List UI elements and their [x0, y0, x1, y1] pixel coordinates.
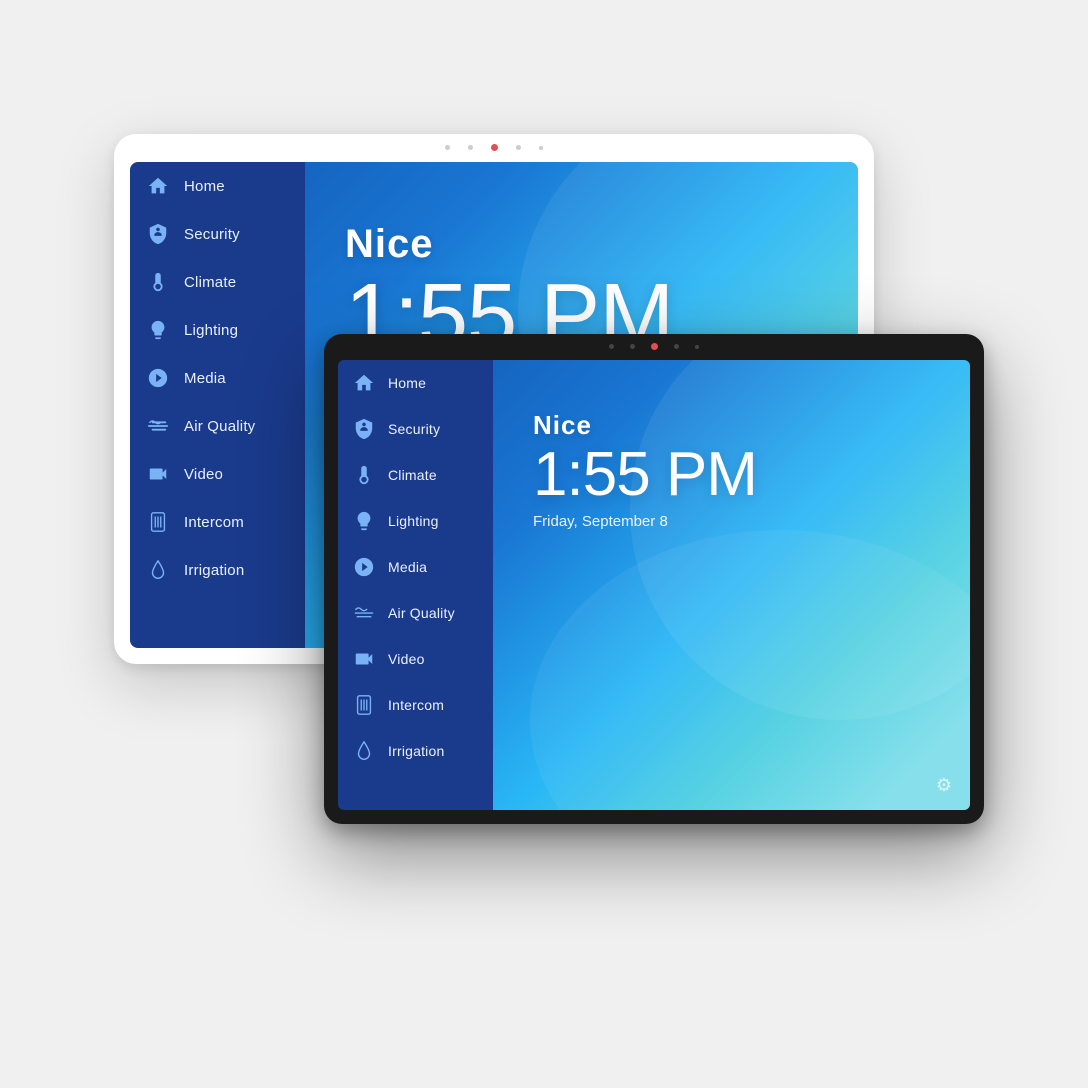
nav-item-lighting-black[interactable]: Lighting — [338, 498, 493, 544]
nav-item-intercom-white[interactable]: Intercom — [130, 498, 305, 546]
intercom-icon-black — [352, 693, 376, 717]
air-quality-icon — [146, 414, 170, 438]
black-brand: Nice — [533, 410, 592, 441]
nav-label-irrigation-black: Irrigation — [388, 743, 444, 759]
nav-label-irrigation-white: Irrigation — [184, 562, 244, 579]
white-camera-bar — [445, 144, 543, 151]
nav-item-irrigation-black[interactable]: Irrigation — [338, 728, 493, 774]
nav-label-security-white: Security — [184, 226, 240, 243]
nav-item-home-white[interactable]: Home — [130, 162, 305, 210]
video-icon — [146, 462, 170, 486]
nav-item-media-white[interactable]: Media — [130, 354, 305, 402]
nav-label-home-white: Home — [184, 178, 225, 195]
nav-item-airquality-black[interactable]: Air Quality — [338, 590, 493, 636]
nav-label-climate-black: Climate — [388, 467, 437, 483]
settings-icon[interactable]: ⚙ — [936, 775, 952, 796]
nav-item-lighting-white[interactable]: Lighting — [130, 306, 305, 354]
nav-label-airquality-white: Air Quality — [184, 418, 255, 435]
dot-4 — [539, 146, 543, 150]
media-icon — [146, 366, 170, 390]
nav-label-security-black: Security — [388, 421, 440, 437]
irrigation-icon-black — [352, 739, 376, 763]
black-sidebar: Home Security Climate — [338, 360, 493, 810]
intercom-icon — [146, 510, 170, 534]
nav-label-climate-white: Climate — [184, 274, 236, 291]
black-main-area: Nice 1:55 PM Friday, September 8 ⚙ — [493, 360, 970, 810]
video-icon-black — [352, 647, 376, 671]
nav-label-airquality-black: Air Quality — [388, 605, 455, 621]
nav-item-intercom-black[interactable]: Intercom — [338, 682, 493, 728]
black-dot-1 — [609, 344, 614, 349]
security-icon — [146, 222, 170, 246]
nav-label-lighting-black: Lighting — [388, 513, 439, 529]
lighting-icon-black — [352, 509, 376, 533]
black-dot-4 — [695, 345, 699, 349]
black-screen: Home Security Climate — [338, 360, 970, 810]
air-quality-icon-black — [352, 601, 376, 625]
home-icon — [146, 174, 170, 198]
nav-item-airquality-white[interactable]: Air Quality — [130, 402, 305, 450]
white-sidebar: Home Security Climate — [130, 162, 305, 648]
tablet-black: Home Security Climate — [324, 334, 984, 824]
nav-item-media-black[interactable]: Media — [338, 544, 493, 590]
scene: Home Security Climate — [94, 94, 994, 994]
nav-label-video-white: Video — [184, 466, 223, 483]
nav-item-video-white[interactable]: Video — [130, 450, 305, 498]
white-brand: Nice — [345, 222, 434, 267]
black-date: Friday, September 8 — [533, 513, 668, 530]
security-icon-black — [352, 417, 376, 441]
dot-2 — [468, 145, 473, 150]
climate-icon-black — [352, 463, 376, 487]
climate-icon — [146, 270, 170, 294]
irrigation-icon — [146, 558, 170, 582]
nav-item-security-black[interactable]: Security — [338, 406, 493, 452]
black-dot-3 — [674, 344, 679, 349]
nav-label-lighting-white: Lighting — [184, 322, 238, 339]
nav-item-climate-white[interactable]: Climate — [130, 258, 305, 306]
nav-label-intercom-black: Intercom — [388, 697, 444, 713]
nav-item-irrigation-white[interactable]: Irrigation — [130, 546, 305, 594]
nav-label-home-black: Home — [388, 375, 426, 391]
nav-label-video-black: Video — [388, 651, 425, 667]
black-camera-dot — [651, 343, 658, 350]
dot-3 — [516, 145, 521, 150]
camera-dot — [491, 144, 498, 151]
black-dot-2 — [630, 344, 635, 349]
black-time: 1:55 PM — [533, 441, 757, 509]
nav-item-home-black[interactable]: Home — [338, 360, 493, 406]
nav-label-intercom-white: Intercom — [184, 514, 244, 531]
nav-label-media-white: Media — [184, 370, 226, 387]
home-icon-black — [352, 371, 376, 395]
black-camera-bar — [609, 343, 699, 350]
lighting-icon — [146, 318, 170, 342]
nav-label-media-black: Media — [388, 559, 427, 575]
nav-item-video-black[interactable]: Video — [338, 636, 493, 682]
dot-1 — [445, 145, 450, 150]
nav-item-climate-black[interactable]: Climate — [338, 452, 493, 498]
nav-item-security-white[interactable]: Security — [130, 210, 305, 258]
media-icon-black — [352, 555, 376, 579]
